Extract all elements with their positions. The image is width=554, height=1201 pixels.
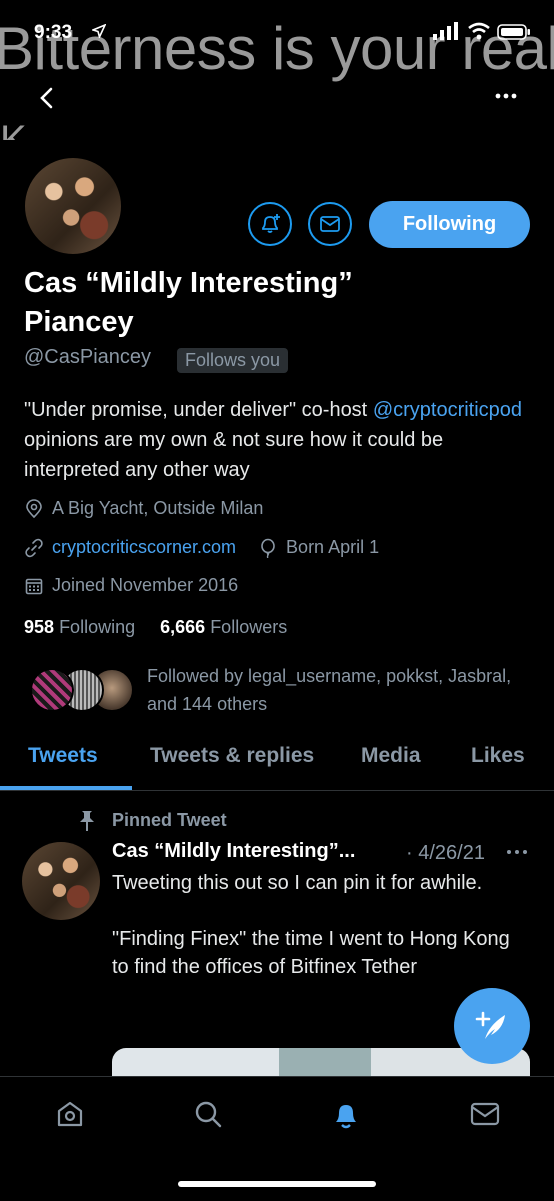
joined-text: Joined November 2016 bbox=[52, 575, 239, 595]
bio-text-suffix: opinions are my own & not sure how it co… bbox=[24, 429, 444, 481]
notifications-icon bbox=[336, 1105, 356, 1129]
following-count-link[interactable]: 958 Following bbox=[24, 617, 135, 637]
home-icon bbox=[57, 1101, 83, 1127]
compose-icon bbox=[475, 1011, 505, 1039]
messages-icon bbox=[470, 1102, 500, 1126]
balloon-icon bbox=[258, 538, 278, 558]
follower-avatar bbox=[30, 668, 74, 712]
tweet-author-name[interactable]: Cas “Mildly Interesting”... bbox=[112, 840, 355, 863]
mail-icon bbox=[320, 216, 340, 232]
pinned-tweet-label: Pinned Tweet bbox=[112, 810, 227, 830]
profile-location: A Big Yacht, Outside Milan bbox=[24, 498, 263, 519]
profile-avatar[interactable] bbox=[22, 155, 124, 257]
followers-count: 6,666 bbox=[160, 617, 206, 637]
pin-icon bbox=[78, 810, 96, 832]
tweet-author-avatar[interactable] bbox=[22, 842, 100, 920]
bio-mention-link[interactable]: @cryptocriticpod bbox=[373, 399, 522, 421]
more-icon bbox=[507, 850, 527, 854]
calendar-icon bbox=[24, 576, 44, 596]
birthday: Born April 1 bbox=[258, 537, 379, 558]
link-icon bbox=[24, 538, 44, 558]
profile-bio: "Under promise, under deliver" co-host @… bbox=[24, 395, 534, 485]
more-icon bbox=[495, 93, 517, 99]
followers-label: Followers bbox=[210, 617, 288, 637]
tab-media[interactable]: Media bbox=[361, 744, 421, 768]
following-label: Following bbox=[59, 617, 136, 637]
profile-handle: @CasPiancey bbox=[24, 346, 152, 368]
bio-text-prefix: "Under promise, under deliver" co-host bbox=[24, 399, 373, 421]
status-time: 9:33 bbox=[34, 22, 73, 43]
notifications-toggle-button[interactable] bbox=[248, 202, 292, 246]
messages-tab-button[interactable] bbox=[469, 1099, 501, 1129]
active-tab-indicator bbox=[0, 786, 132, 790]
notifications-tab-button[interactable] bbox=[331, 1099, 361, 1131]
profile-joined: Joined November 2016 bbox=[24, 575, 238, 596]
cellular-signal-icon bbox=[432, 22, 460, 40]
location-text: A Big Yacht, Outside Milan bbox=[52, 498, 264, 518]
home-indicator bbox=[178, 1181, 376, 1187]
bottom-navigation bbox=[0, 1076, 554, 1201]
tab-likes[interactable]: Likes bbox=[471, 744, 525, 768]
tweet-body: Tweeting this out so I can pin it for aw… bbox=[112, 872, 510, 978]
website-link[interactable]: cryptocriticscorner.com bbox=[52, 537, 236, 558]
compose-tweet-button[interactable] bbox=[454, 988, 530, 1064]
tab-tweets-replies[interactable]: Tweets & replies bbox=[150, 744, 314, 768]
follows-you-badge: Follows you bbox=[177, 348, 289, 373]
profile-website-row: cryptocriticscorner.com Born April 1 bbox=[24, 537, 379, 558]
tab-tweets[interactable]: Tweets bbox=[28, 744, 98, 768]
home-tab-button[interactable] bbox=[55, 1099, 85, 1129]
profile-name: Cas “Mildly Interesting” Piancey bbox=[24, 267, 353, 338]
following-count: 958 bbox=[24, 617, 55, 637]
banner-fragment: K. bbox=[0, 118, 38, 140]
followers-count-link[interactable]: 6,666 Followers bbox=[160, 617, 287, 637]
battery-icon bbox=[497, 24, 531, 40]
message-button[interactable] bbox=[308, 202, 352, 246]
followed-by-text[interactable]: Followed by legal_username, pokkst, Jasb… bbox=[147, 662, 527, 718]
search-icon bbox=[195, 1101, 222, 1128]
back-button[interactable] bbox=[34, 84, 62, 112]
location-arrow-icon bbox=[92, 24, 106, 38]
profile-tabs: Tweets Tweets & replies Media Likes bbox=[0, 736, 554, 791]
location-icon bbox=[24, 498, 44, 519]
back-icon bbox=[40, 87, 53, 109]
follow-counts: 958 Following 6,666 Followers bbox=[24, 617, 287, 638]
bell-plus-icon bbox=[262, 214, 280, 233]
birthday-text: Born April 1 bbox=[286, 537, 380, 557]
wifi-icon bbox=[467, 22, 491, 40]
status-bar: 9:33 bbox=[0, 0, 554, 54]
following-button[interactable]: Following bbox=[369, 201, 530, 248]
more-options-button[interactable] bbox=[492, 86, 520, 106]
search-tab-button[interactable] bbox=[193, 1099, 223, 1129]
tweet-more-button[interactable] bbox=[506, 848, 528, 856]
tweet-date[interactable]: · 4/26/21 bbox=[406, 842, 485, 865]
